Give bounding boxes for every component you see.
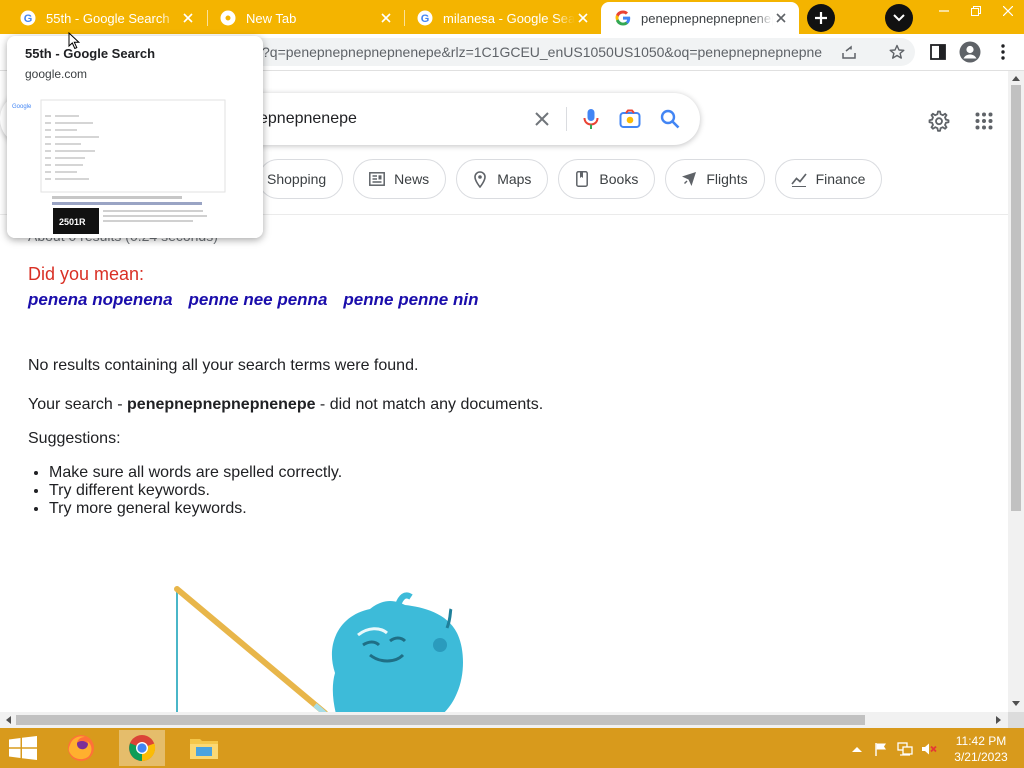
file-explorer-taskbar-button[interactable] [181, 730, 227, 766]
vertical-scrollbar[interactable] [1008, 71, 1024, 712]
clock-date: 3/21/2023 [954, 750, 1008, 764]
kebab-menu-icon[interactable] [993, 42, 1013, 62]
profile-avatar-icon[interactable] [959, 41, 981, 63]
finance-chart-icon [790, 170, 808, 188]
scroll-down-arrow-icon[interactable] [1010, 698, 1022, 710]
suggestion-link[interactable]: penne nee penna [189, 290, 328, 310]
tab-strip: G 55th - Google Search New Tab G milanes… [0, 0, 1024, 34]
horizontal-scroll-thumb[interactable] [16, 715, 865, 725]
tab-title: New Tab [246, 10, 297, 26]
search-icon[interactable] [658, 107, 682, 131]
hover-card-domain: google.com [25, 67, 88, 81]
news-icon [368, 170, 386, 188]
tab-title: 55th - Google Search [46, 10, 170, 26]
search-input[interactable]: epnepnenepe [259, 93, 357, 145]
suggestion-link[interactable]: penne penne nin [343, 290, 478, 310]
close-icon[interactable] [575, 10, 591, 26]
tab-preview-thumbnail: Google 2501R [7, 98, 263, 238]
book-icon [573, 170, 591, 188]
airplane-icon [680, 170, 698, 188]
vertical-scroll-thumb[interactable] [1011, 85, 1021, 511]
network-icon[interactable] [897, 741, 913, 757]
address-bar[interactable]: ?q=penepnepnepnepnenepe&rlz=1C1GCEU_enUS… [180, 38, 915, 66]
close-icon[interactable] [773, 10, 789, 26]
tab-title: milanesa - Google Search [443, 10, 575, 26]
plus-icon [815, 12, 827, 24]
clear-icon[interactable] [530, 107, 554, 131]
list-item: Try different keywords. [49, 482, 342, 500]
svg-text:G: G [421, 13, 430, 25]
tab-55th-search[interactable]: G 55th - Google Search [6, 2, 206, 34]
did-you-mean-label: Did you mean: [28, 264, 145, 284]
chip-maps[interactable]: Maps [456, 159, 549, 199]
chip-flights[interactable]: Flights [665, 159, 765, 199]
chip-shopping[interactable]: Shopping [258, 159, 344, 199]
firefox-taskbar-button[interactable] [58, 730, 104, 766]
chip-finance[interactable]: Finance [774, 159, 883, 199]
suggestion-link[interactable]: penena nopenena [28, 290, 173, 310]
chrome-icon [129, 735, 156, 762]
tab-new-tab[interactable]: New Tab [206, 2, 404, 34]
svg-text:Google: Google [12, 104, 32, 110]
chrome-taskbar-button[interactable] [119, 730, 165, 766]
svg-text:2501R: 2501R [59, 217, 86, 227]
tab-milanesa-search[interactable]: G milanesa - Google Search [403, 2, 601, 34]
windows-start-icon[interactable] [8, 736, 38, 760]
google-icon: G [417, 10, 433, 26]
map-pin-icon [471, 170, 489, 188]
close-icon[interactable] [378, 10, 394, 26]
firefox-icon [68, 735, 94, 761]
fishing-creature-illustration [174, 586, 463, 712]
suggestions-heading: Suggestions: [28, 430, 121, 447]
file-explorer-icon [190, 739, 218, 759]
chip-news[interactable]: News [353, 159, 447, 199]
microphone-icon[interactable] [579, 107, 603, 131]
horizontal-scrollbar[interactable] [0, 712, 1008, 728]
mouse-cursor-icon [68, 32, 80, 50]
minimize-button[interactable] [928, 0, 960, 22]
tab-hover-card: 55th - Google Search google.com Google 2… [7, 36, 263, 238]
no-results-message: No results containing all your search te… [28, 357, 419, 374]
apps-grid-icon[interactable] [971, 108, 997, 134]
google-icon [615, 10, 631, 26]
chevron-down-icon [893, 14, 905, 22]
google-icon: G [20, 10, 36, 26]
scroll-left-arrow-icon[interactable] [2, 714, 14, 726]
search-filter-chips: Shopping News Maps Books Flights Finance [258, 159, 883, 199]
list-item: Make sure all words are spelled correctl… [49, 464, 342, 482]
new-tab-button[interactable] [807, 4, 835, 32]
scroll-right-arrow-icon[interactable] [993, 714, 1005, 726]
camera-icon[interactable] [618, 107, 642, 131]
taskbar-clock[interactable]: 11:42 PM 3/21/2023 [948, 733, 1014, 765]
close-window-button[interactable] [992, 0, 1024, 22]
spelling-suggestions: penena nopenena penne nee penna penne pe… [28, 290, 478, 310]
share-icon[interactable] [840, 43, 858, 61]
svg-text:G: G [24, 13, 33, 25]
close-icon[interactable] [180, 10, 196, 26]
action-center-flag-icon[interactable] [873, 741, 889, 757]
restore-button[interactable] [960, 0, 992, 22]
hover-card-title: 55th - Google Search [25, 46, 156, 61]
settings-gear-icon[interactable] [925, 108, 951, 134]
clock-time: 11:42 PM [955, 734, 1007, 748]
url-text[interactable]: ?q=penepnepnepnepnenepe&rlz=1C1GCEU_enUS… [262, 38, 822, 66]
searched-term: penepnepnepnepnenepe [127, 396, 316, 413]
scroll-up-arrow-icon[interactable] [1010, 72, 1022, 84]
windows-taskbar: 11:42 PM 3/21/2023 [0, 728, 1024, 768]
tab-search-button[interactable] [885, 4, 913, 32]
show-hidden-icons-icon[interactable] [849, 741, 865, 757]
star-icon[interactable] [888, 43, 906, 61]
tab-title: penepnepnepnepnenepe [641, 10, 773, 26]
side-panel-icon[interactable] [928, 42, 948, 62]
chip-books[interactable]: Books [558, 159, 656, 199]
list-item: Try more general keywords. [49, 500, 342, 518]
your-search-message: Your search - penepnepnepnepnenepe - did… [28, 396, 544, 413]
suggestions-list: Make sure all words are spelled correctl… [49, 464, 342, 518]
tab-penepnep-search[interactable]: penepnepnepnepnenepe [601, 2, 799, 34]
chrome-icon [220, 10, 236, 26]
volume-muted-icon[interactable] [921, 741, 937, 757]
